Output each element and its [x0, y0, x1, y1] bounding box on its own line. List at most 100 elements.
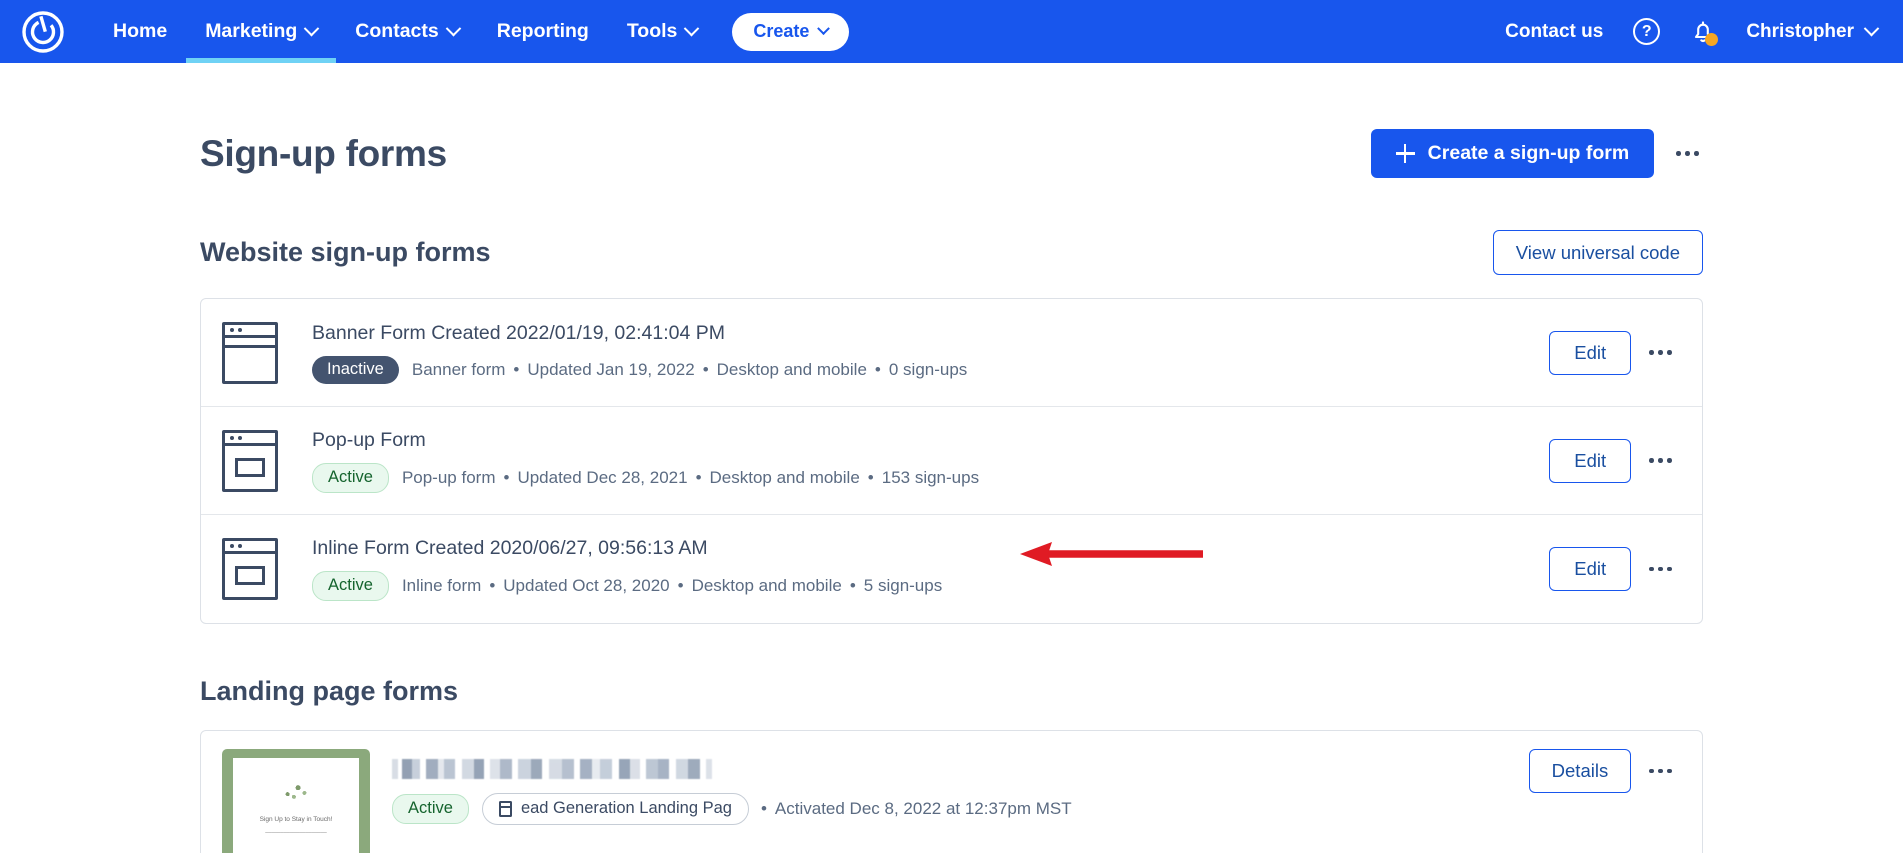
row-content: Active ead Generation Landing Pag • Acti…: [392, 749, 1511, 825]
details-button[interactable]: Details: [1528, 749, 1632, 793]
row-overflow-menu-icon[interactable]: [1645, 450, 1676, 471]
landing-forms-section-header: Landing page forms: [200, 676, 1703, 707]
landing-page-title-redacted: [392, 759, 712, 779]
constant-contact-logo-icon[interactable]: [20, 9, 66, 55]
popup-form-icon: [222, 429, 286, 492]
separator: •: [702, 359, 709, 379]
nav-item-marketing[interactable]: Marketing: [186, 0, 337, 63]
page-overflow-menu-icon[interactable]: [1672, 143, 1703, 164]
nav-item-label: Reporting: [496, 20, 589, 42]
landing-page-type-chip: ead Generation Landing Pag: [481, 793, 749, 825]
separator: •: [695, 467, 702, 487]
thumbnail-body-text: ▁▁▁▁▁▁▁▁▁▁▁▁▁▁▁▁▁▁▁▁: [265, 828, 327, 833]
nav-item-label: Marketing: [205, 20, 298, 42]
device-support: Desktop and mobile: [716, 359, 867, 379]
website-forms-list: Banner Form Created 2022/01/19, 02:41:04…: [200, 298, 1703, 624]
nav-item-home[interactable]: Home: [94, 0, 186, 63]
row-actions: Edit: [1549, 438, 1676, 483]
landing-page-metadata: Active ead Generation Landing Pag • Acti…: [392, 793, 1511, 825]
create-signup-form-label: Create a sign-up form: [1427, 142, 1630, 164]
ellipsis-dot: [1685, 151, 1690, 156]
nav-item-label: Home: [113, 20, 168, 42]
bell-icon[interactable]: [1690, 18, 1719, 46]
form-type: Banner form: [411, 359, 506, 379]
table-row[interactable]: Inline Form Created 2020/06/27, 09:56:13…: [201, 515, 1702, 623]
landing-forms-list: Sign Up to Stay in Touch! ▁▁▁▁▁▁▁▁▁▁▁▁▁▁…: [200, 730, 1703, 853]
separator: •: [874, 359, 881, 379]
chip-label: ead Generation Landing Pag: [520, 799, 732, 817]
create-signup-form-button[interactable]: Create a sign-up form: [1370, 129, 1655, 178]
separator: •: [760, 799, 767, 818]
row-actions: Edit: [1549, 547, 1676, 591]
view-universal-code-button[interactable]: View universal code: [1492, 230, 1703, 275]
thumbnail-caption: Sign Up to Stay in Touch!: [259, 816, 333, 823]
updated-date: Updated Jan 19, 2022: [527, 359, 695, 379]
chevron-down-icon: [304, 20, 320, 37]
user-name-label: Christopher: [1746, 20, 1854, 42]
plus-icon: [1395, 144, 1415, 163]
banner-form-icon: [222, 321, 286, 384]
signup-count: 153 sign-ups: [881, 467, 980, 487]
nav-item-tools[interactable]: Tools: [608, 0, 717, 63]
help-icon[interactable]: ?: [1633, 18, 1661, 45]
edit-button[interactable]: Edit: [1549, 330, 1632, 375]
chevron-down-icon: [1863, 20, 1880, 37]
form-title: Pop-up Form: [312, 428, 426, 451]
separator: •: [513, 359, 520, 379]
top-navigation-bar: Home Marketing Contacts Reporting Tools …: [0, 0, 1903, 63]
edit-button[interactable]: Edit: [1549, 438, 1632, 483]
edit-button[interactable]: Edit: [1549, 547, 1632, 591]
separator: •: [849, 576, 856, 595]
separator: •: [677, 576, 684, 595]
row-overflow-menu-icon[interactable]: [1645, 761, 1676, 782]
form-title: Inline Form Created 2020/06/27, 09:56:13…: [312, 537, 708, 559]
contact-us-link[interactable]: Contact us: [1505, 21, 1603, 43]
landing-page-thumbnail: Sign Up to Stay in Touch! ▁▁▁▁▁▁▁▁▁▁▁▁▁▁…: [222, 749, 370, 853]
row-content: Banner Form Created 2022/01/19, 02:41:04…: [312, 322, 1531, 384]
table-row[interactable]: Sign Up to Stay in Touch! ▁▁▁▁▁▁▁▁▁▁▁▁▁▁…: [201, 731, 1702, 853]
primary-nav-items: Home Marketing Contacts Reporting Tools: [94, 0, 716, 63]
help-icon-glyph: ?: [1641, 22, 1652, 40]
ellipsis-dot: [1694, 151, 1699, 156]
create-button[interactable]: Create: [732, 12, 850, 51]
row-content: Inline Form Created 2020/06/27, 09:56:13…: [312, 537, 1531, 601]
nav-right-cluster: Contact us ? Christopher: [1505, 18, 1903, 46]
signup-count: 5 sign-ups: [863, 576, 943, 595]
website-forms-title: Website sign-up forms: [200, 237, 491, 267]
status-badge: Active: [312, 571, 389, 601]
nav-item-contacts[interactable]: Contacts: [336, 0, 477, 63]
create-button-label: Create: [753, 21, 810, 41]
status-badge: Active: [312, 462, 389, 493]
website-forms-section-header: Website sign-up forms View universal cod…: [200, 230, 1703, 275]
landing-forms-title: Landing page forms: [200, 676, 459, 706]
activated-date: Activated Dec 8, 2022 at 12:37pm MST: [774, 799, 1072, 818]
user-menu[interactable]: Christopher: [1746, 20, 1880, 43]
table-row[interactable]: Banner Form Created 2022/01/19, 02:41:04…: [201, 299, 1702, 407]
form-metadata: Active Inline form • Updated Oct 28, 202…: [312, 571, 1531, 601]
nav-item-label: Tools: [626, 20, 678, 42]
form-type: Inline form: [401, 576, 482, 595]
form-type: Pop-up form: [401, 467, 496, 487]
signup-count: 0 sign-ups: [888, 359, 968, 379]
notification-dot: [1705, 32, 1719, 46]
content-container: Sign-up forms Create a sign-up form Webs…: [200, 63, 1703, 853]
table-row[interactable]: Pop-up Form Active Pop-up form • Updated…: [201, 407, 1702, 515]
page-header: Sign-up forms Create a sign-up form: [200, 63, 1703, 178]
row-overflow-menu-icon[interactable]: [1645, 559, 1676, 580]
form-metadata: Active Pop-up form • Updated Dec 28, 202…: [312, 462, 1531, 493]
status-badge: Active: [392, 794, 469, 824]
ellipsis-dot: [1676, 151, 1681, 156]
chevron-down-icon: [684, 20, 700, 37]
separator: •: [867, 467, 874, 487]
page-body: Sign-up forms Create a sign-up form Webs…: [0, 63, 1903, 853]
row-overflow-menu-icon[interactable]: [1645, 342, 1676, 363]
separator: •: [503, 467, 510, 487]
inline-form-icon: [222, 538, 286, 600]
device-support: Desktop and mobile: [691, 576, 842, 595]
chevron-down-icon: [817, 22, 831, 36]
chevron-down-icon: [445, 20, 462, 37]
nav-item-reporting[interactable]: Reporting: [478, 0, 608, 63]
page-title: Sign-up forms: [200, 132, 447, 174]
landing-page-icon: [498, 800, 512, 817]
page-header-actions: Create a sign-up form: [1370, 129, 1703, 178]
